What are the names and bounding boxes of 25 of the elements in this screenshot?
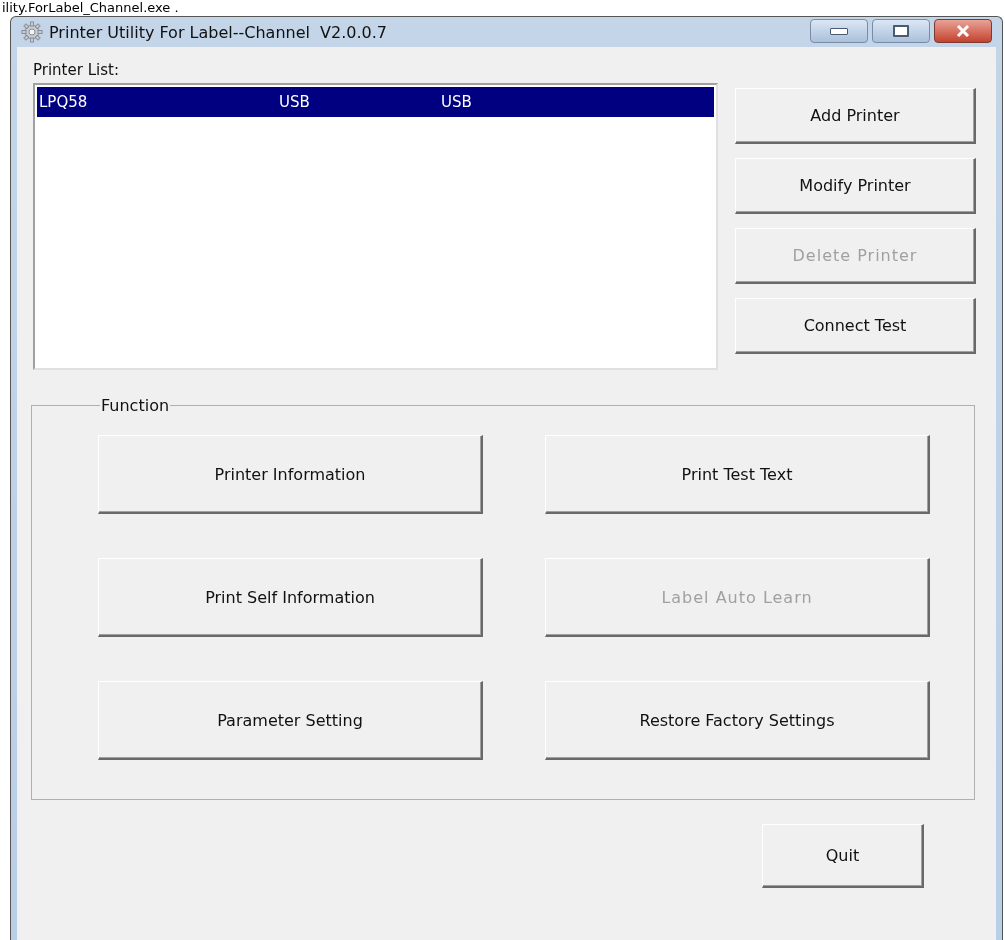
quit-button[interactable]: Quit	[762, 824, 924, 888]
side-button[interactable]: Modify Printer	[735, 158, 976, 214]
window-title: Printer Utility For Label--Channel V2.0.0.7	[49, 22, 389, 42]
group-title: Function	[100, 396, 171, 415]
port-text: USB	[441, 93, 472, 111]
function-button[interactable]: Parameter Setting	[98, 681, 483, 760]
minimize-icon	[830, 27, 848, 35]
caption-text: ility.ForLabel_Channel.exe .	[1, 0, 180, 16]
close-button[interactable]	[934, 19, 992, 43]
close-icon	[955, 25, 971, 37]
maximize-icon	[893, 25, 909, 37]
printer-row[interactable]: LPQ58 USB USB	[37, 87, 714, 117]
printer-list-label: Printer List:	[33, 61, 120, 81]
function-button[interactable]: Print Test Text	[545, 435, 930, 514]
function-button[interactable]: Printer Information	[98, 435, 483, 514]
function-button[interactable]: Restore Factory Settings	[545, 681, 930, 760]
printer-name: LPQ58	[38, 93, 89, 111]
function-button[interactable]: Print Self Information	[98, 558, 483, 637]
port-text: USB	[279, 93, 311, 111]
minimize-button[interactable]	[810, 19, 868, 43]
side-button[interactable]: Add Printer	[735, 88, 976, 144]
gear-icon	[21, 21, 43, 43]
printer-list[interactable]: LPQ58 USB USB	[33, 83, 718, 370]
maximize-button[interactable]	[872, 19, 930, 43]
side-button[interactable]: Connect Test	[735, 298, 976, 354]
